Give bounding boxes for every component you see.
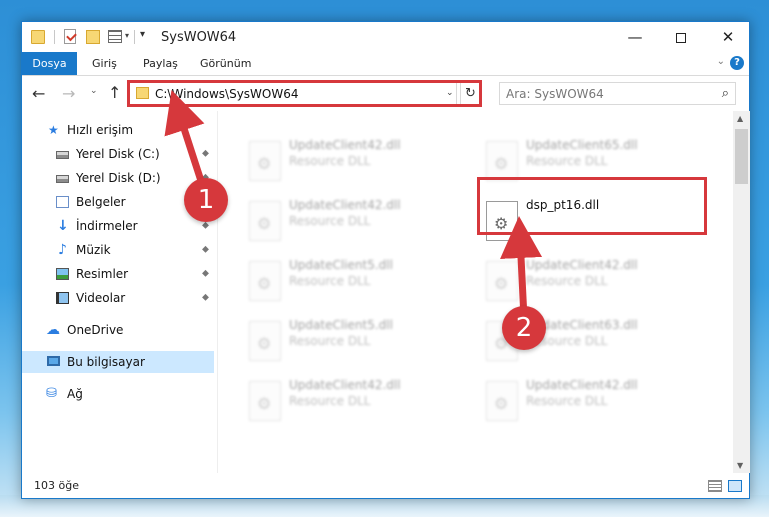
- callout-arrows: [164, 90, 543, 319]
- callout-badge-1: 1: [184, 178, 228, 222]
- callout-badge-2: 2: [502, 306, 546, 350]
- arrow-to-address-bar: [164, 90, 207, 189]
